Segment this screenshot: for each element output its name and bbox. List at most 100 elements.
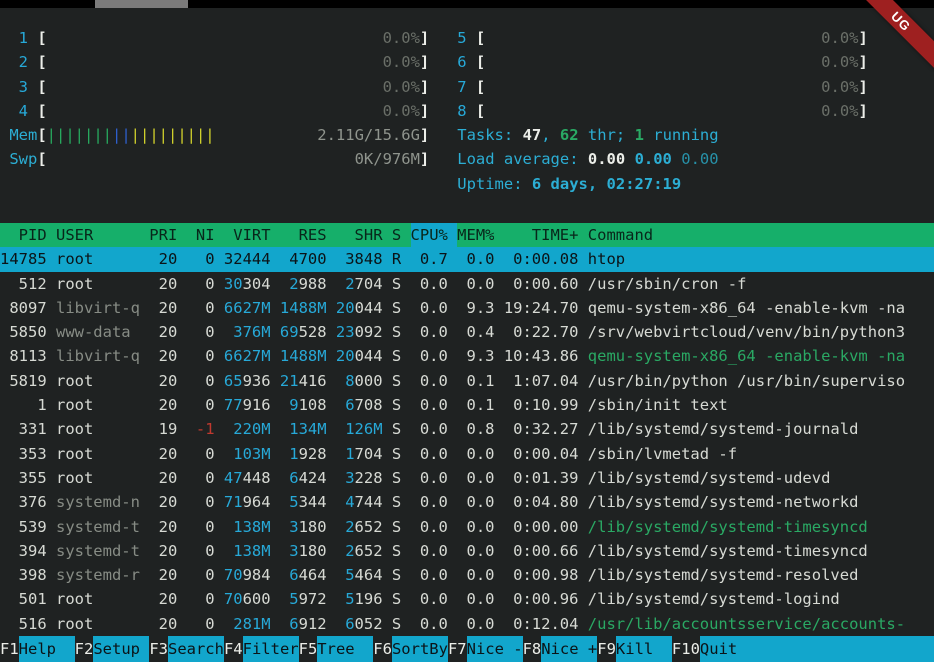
pri-cell: 20 [149, 296, 177, 320]
fkey-F3[interactable]: F3 [149, 636, 168, 662]
cpu-id: 2 [0, 50, 28, 74]
res-cell: 6912 [280, 612, 327, 636]
process-row[interactable]: 8113 libvirt-q 20 0 6627M 1488M 20044 S … [0, 344, 934, 368]
process-row[interactable]: 331 root 19 -1 220M 134M 126M S 0.0 0.8 … [0, 417, 934, 441]
cpu-percent-value: 0.0% [821, 78, 858, 96]
column-header-shr[interactable]: SHR [336, 223, 383, 247]
fkey-F4[interactable]: F4 [224, 636, 243, 662]
virt-cell: 65936 [224, 369, 271, 393]
process-row[interactable]: 1 root 20 0 77916 9108 6708 S 0.0 0.1 0:… [0, 393, 934, 417]
process-row[interactable]: 394 systemd-t 20 0 138M 3180 2652 S 0.0 … [0, 539, 934, 563]
column-header-pid[interactable]: PID [0, 223, 47, 247]
load-1min: 0.00 [588, 150, 625, 168]
fkey-F1-label[interactable]: Help [19, 636, 75, 662]
process-row[interactable]: 14785 root 20 0 32444 4700 3848 R 0.7 0.… [0, 247, 934, 271]
time-cell: 19:24.70 [504, 296, 579, 320]
fkey-F4-label[interactable]: Filter [243, 636, 299, 662]
column-header-pri[interactable]: PRI [149, 223, 177, 247]
mem-percent-cell: 0.0 [457, 563, 494, 587]
pri-cell: 20 [149, 247, 177, 271]
cpu-percent-value: 0.0% [821, 102, 858, 120]
state-cell: S [392, 466, 401, 490]
fkey-F7-label[interactable]: Nice - [467, 636, 523, 662]
state-cell: S [392, 417, 401, 441]
table-header: PID USER PRI NI VIRT RES SHR S CPU% MEM%… [0, 223, 934, 247]
bracket-close: ] [420, 53, 429, 71]
pid-cell: 501 [0, 587, 47, 611]
cpu-meter-body: 0.0% [47, 26, 420, 50]
pri-cell: 20 [149, 320, 177, 344]
process-row[interactable]: 5850 www-data 20 0 376M 69528 23092 S 0.… [0, 320, 934, 344]
cpu-percent-cell: 0.0 [411, 272, 448, 296]
virt-cell: 376M [224, 320, 271, 344]
thread-count: 62 [560, 126, 579, 144]
shr-cell: 126M [336, 417, 383, 441]
column-header-cpu-percent[interactable]: CPU% [411, 223, 448, 247]
pri-cell: 20 [149, 369, 177, 393]
process-row[interactable]: 8097 libvirt-q 20 0 6627M 1488M 20044 S … [0, 296, 934, 320]
fkey-F2[interactable]: F2 [75, 636, 94, 662]
column-header-res[interactable]: RES [280, 223, 327, 247]
column-header-user[interactable]: USER [56, 223, 140, 247]
user-cell: www-data [56, 320, 140, 344]
process-row[interactable]: 516 root 20 0 281M 6912 6052 S 0.0 0.0 0… [0, 612, 934, 636]
fkey-F6-label[interactable]: SortBy [392, 636, 448, 662]
window-tab[interactable] [95, 0, 188, 8]
virt-cell: 6627M [224, 344, 271, 368]
nice-cell: 0 [187, 393, 215, 417]
process-row[interactable]: 376 systemd-n 20 0 71964 5344 4744 S 0.0… [0, 490, 934, 514]
load-average-line: Load average: 0.00 0.00 0.00 [429, 147, 718, 171]
fkey-F1[interactable]: F1 [0, 636, 19, 662]
mem-percent-cell: 0.0 [457, 612, 494, 636]
shr-cell: 1704 [336, 442, 383, 466]
bracket-open: [ [37, 78, 46, 96]
fkey-F2-label[interactable]: Setup [93, 636, 149, 662]
fkey-F8[interactable]: F8 [523, 636, 542, 662]
command-cell: qemu-system-x86_64 -enable-kvm -na [588, 296, 905, 320]
cpu-meter-body: 0.0% [47, 99, 420, 123]
mem-used-bars: ||||||| [47, 126, 112, 144]
swap-meter: Swp[0K/976M] [0, 147, 429, 171]
column-header-virt[interactable]: VIRT [224, 223, 271, 247]
fkey-F7[interactable]: F7 [448, 636, 467, 662]
time-cell: 0:00.60 [504, 272, 579, 296]
time-cell: 0:04.80 [504, 490, 579, 514]
column-header-nice[interactable]: NI [187, 223, 215, 247]
fkey-F6[interactable]: F6 [373, 636, 392, 662]
shr-cell: 6052 [336, 612, 383, 636]
cpu-percent-value: 0.0% [821, 53, 858, 71]
cpu-meter-body: 0.0% [485, 99, 858, 123]
fkey-F8-label[interactable]: Nice + [541, 636, 597, 662]
process-row[interactable]: 501 root 20 0 70600 5972 5196 S 0.0 0.0 … [0, 587, 934, 611]
column-header-state[interactable]: S [392, 223, 401, 247]
bracket-open: [ [476, 29, 485, 47]
fkey-F9[interactable]: F9 [597, 636, 616, 662]
process-row[interactable]: 355 root 20 0 47448 6424 3228 S 0.0 0.0 … [0, 466, 934, 490]
column-header-command[interactable]: Command [588, 223, 653, 247]
process-row[interactable]: 5819 root 20 0 65936 21416 8000 S 0.0 0.… [0, 369, 934, 393]
pid-cell: 516 [0, 612, 47, 636]
pid-cell: 355 [0, 466, 47, 490]
process-row[interactable]: 512 root 20 0 30304 2988 2704 S 0.0 0.0 … [0, 272, 934, 296]
fkey-F10-label[interactable]: Quit [700, 636, 934, 662]
process-row[interactable]: 353 root 20 0 103M 1928 1704 S 0.0 0.0 0… [0, 442, 934, 466]
bracket-close: ] [420, 126, 429, 144]
cpu-percent-cell: 0.0 [411, 612, 448, 636]
process-row[interactable]: 398 systemd-r 20 0 70984 6464 5464 S 0.0… [0, 563, 934, 587]
function-key-bar: F1HelpF2SetupF3SearchF4FilterF5TreeF6Sor… [0, 636, 934, 662]
column-header-time[interactable]: TIME+ [504, 223, 579, 247]
column-header-mem-percent[interactable]: MEM% [457, 223, 494, 247]
fkey-F5-label[interactable]: Tree [317, 636, 373, 662]
cpu-id: 6 [429, 50, 466, 74]
process-row[interactable]: 539 systemd-t 20 0 138M 3180 2652 S 0.0 … [0, 515, 934, 539]
user-cell: libvirt-q [56, 344, 140, 368]
mem-percent-cell: 0.4 [457, 320, 494, 344]
fkey-F10[interactable]: F10 [672, 636, 700, 662]
bracket-open: [ [476, 78, 485, 96]
virt-cell: 70984 [224, 563, 271, 587]
fkey-F3-label[interactable]: Search [168, 636, 224, 662]
fkey-F9-label[interactable]: Kill [616, 636, 672, 662]
debug-ribbon: UG [856, 0, 934, 72]
fkey-F5[interactable]: F5 [299, 636, 318, 662]
cpu-meter-2: 2 [0.0%] [0, 50, 429, 74]
